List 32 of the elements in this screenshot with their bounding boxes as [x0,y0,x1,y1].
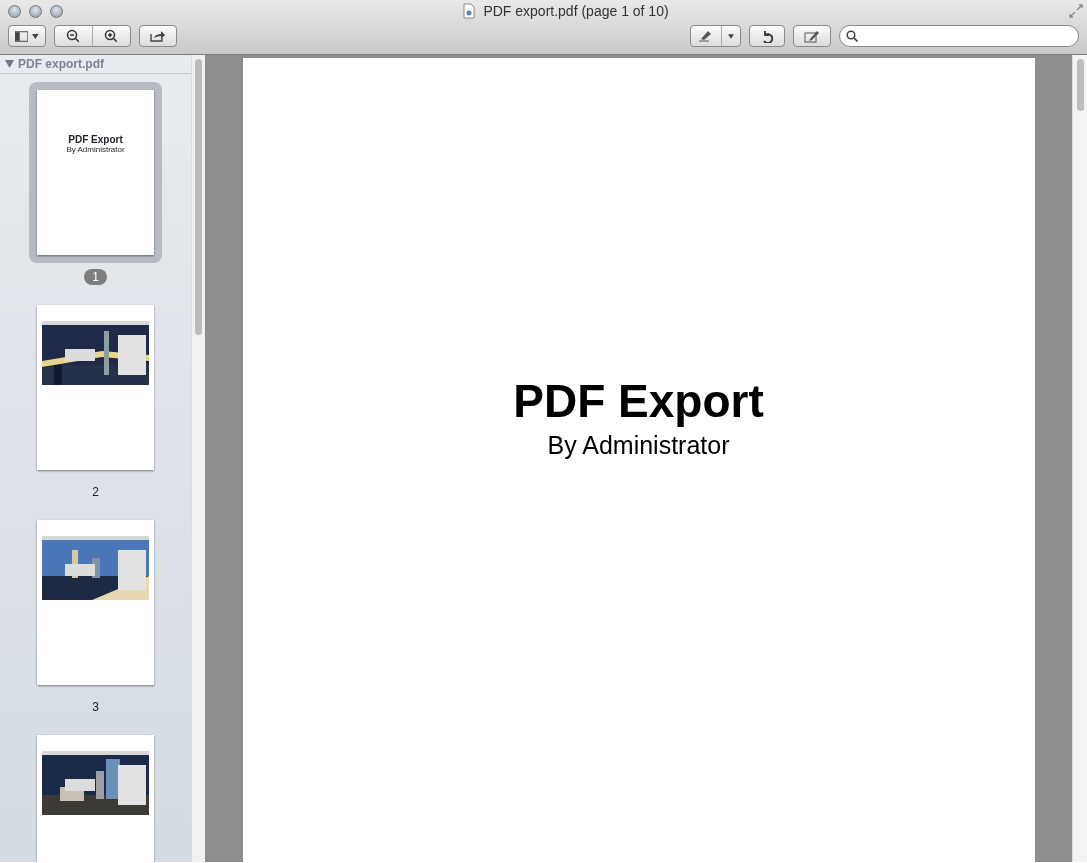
thumbnail-subtitle: By Administrator [66,145,125,155]
thumbnail-title: PDF Export [68,134,123,145]
share-icon [150,30,166,42]
disclosure-triangle-icon[interactable] [5,60,14,68]
sidebar-toggle-button[interactable] [8,25,46,47]
edit-button[interactable] [793,25,831,47]
sidebar-scrollbar[interactable] [191,55,205,862]
zoom-button[interactable] [50,4,63,18]
rotate-button[interactable] [749,25,785,47]
page-subtitle: By Administrator [547,429,730,461]
zoom-out-icon [66,29,81,43]
minimize-button[interactable] [29,4,42,18]
page-number: 1 [84,269,107,285]
document-icon [463,3,476,19]
edit-icon [804,29,820,43]
rotate-icon [761,29,773,43]
fullscreen-icon[interactable] [1069,4,1083,18]
share-button[interactable] [139,25,177,47]
caret-icon [32,33,39,39]
search-field[interactable] [839,25,1079,47]
page-number: 3 [91,699,100,715]
page-number: 2 [91,484,100,500]
sidebar-icon [15,30,29,42]
caret-icon [728,33,734,39]
close-button[interactable] [8,4,21,18]
pen-icon [698,30,714,42]
window-title: PDF export.pdf (page 1 of 10) [483,1,669,21]
page-scrollbar[interactable] [1072,55,1087,862]
search-icon [846,30,858,42]
zoom-in-icon [104,29,119,43]
page-title: PDF Export [513,376,764,427]
page-thumbnail[interactable]: PDF Export By Administrator [29,82,162,263]
